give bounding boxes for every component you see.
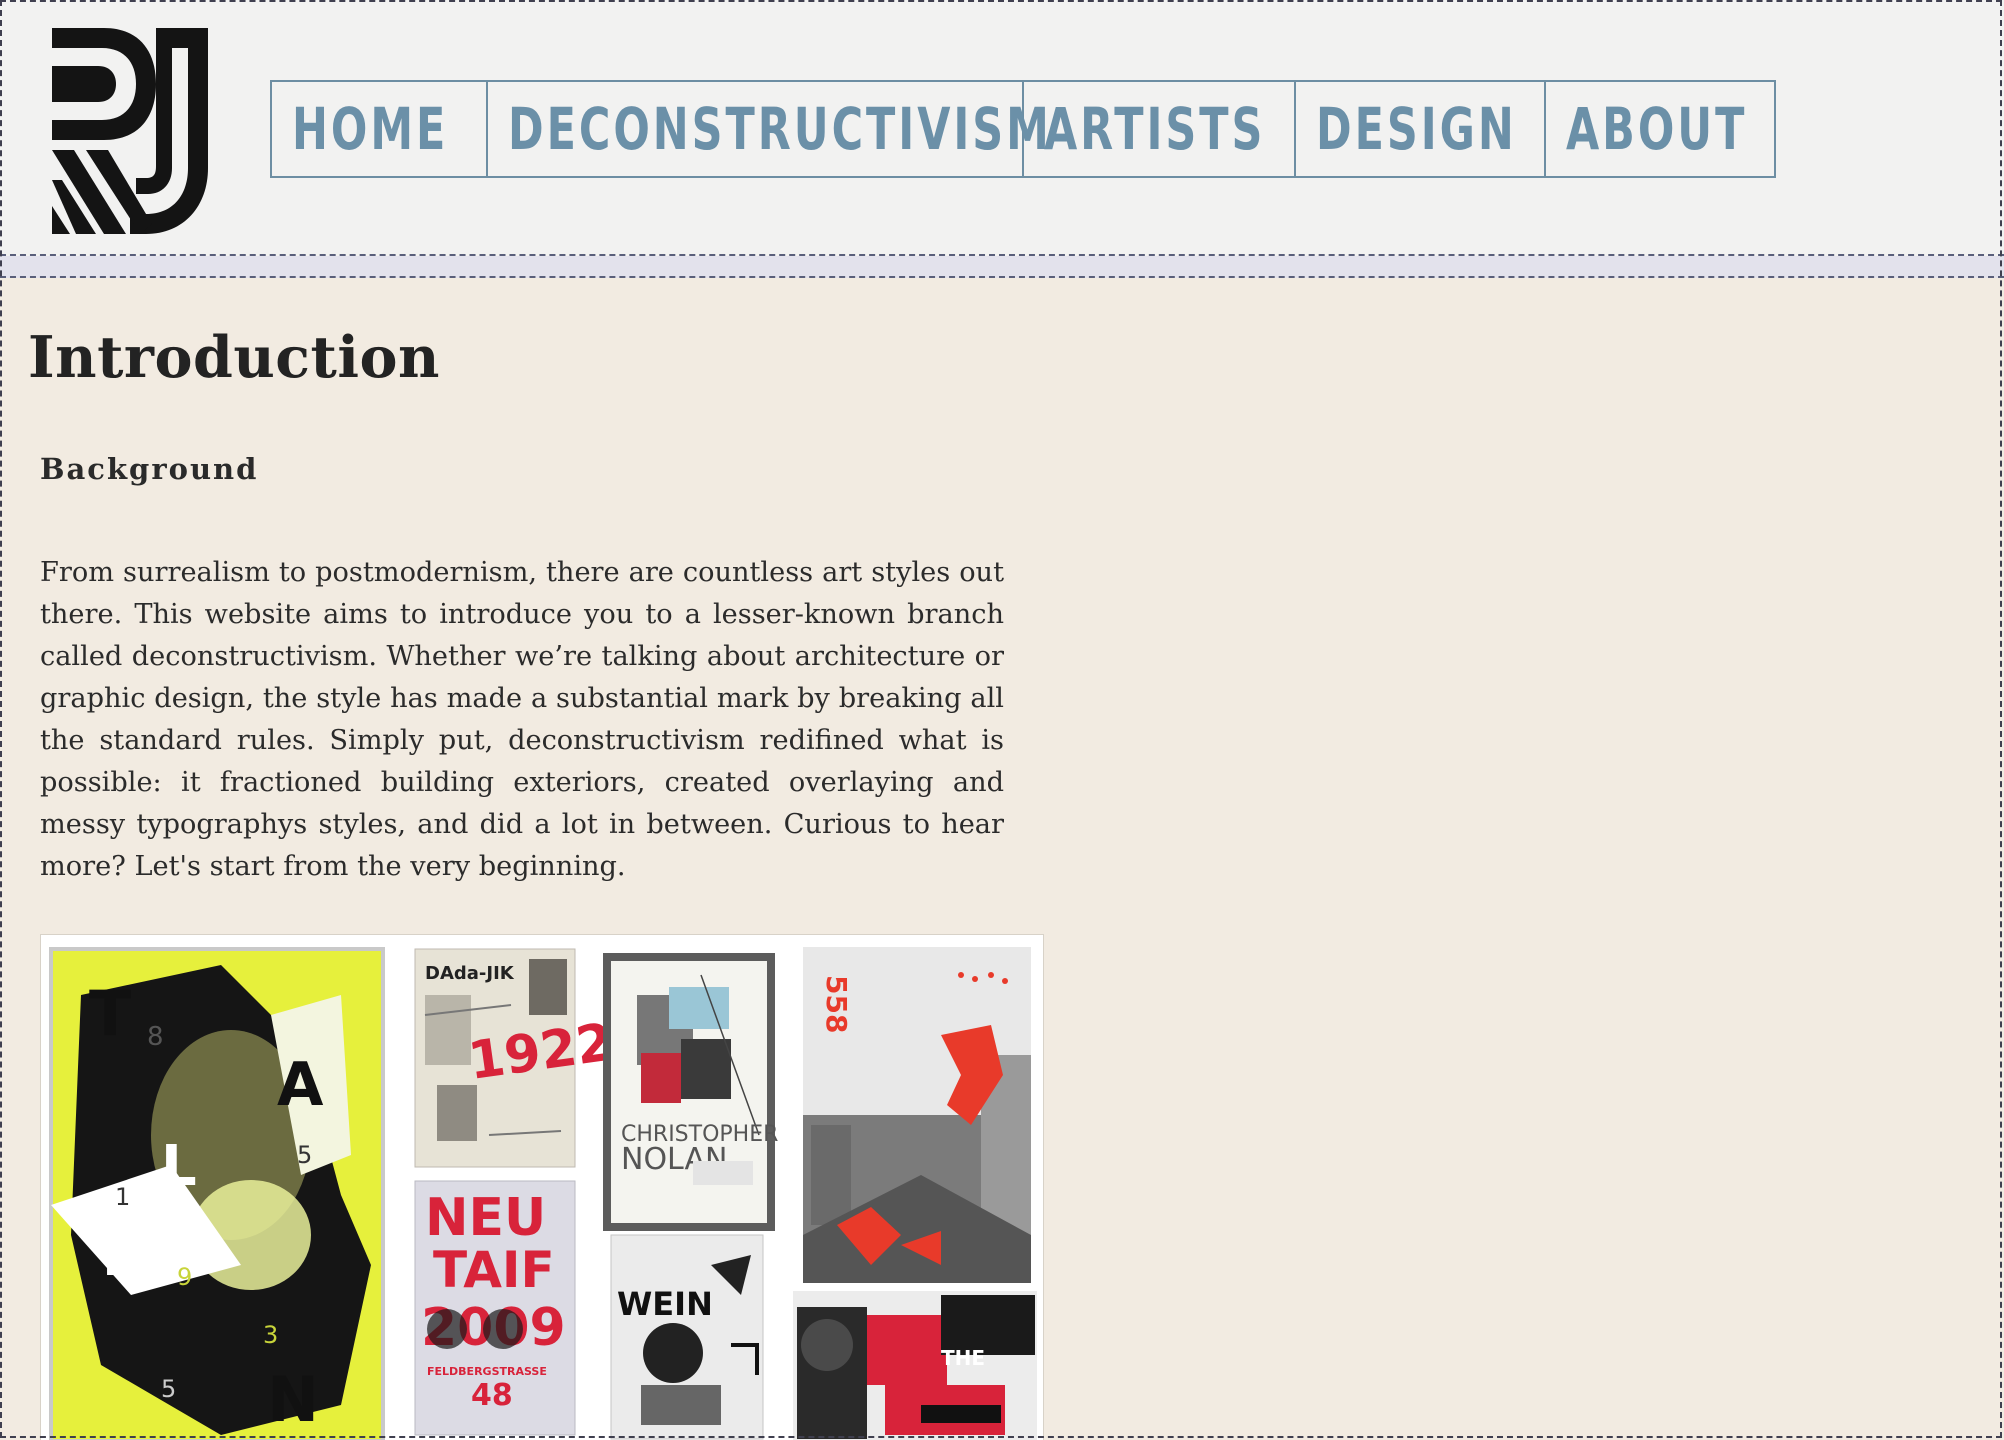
svg-text:T: T	[89, 977, 131, 1050]
svg-text:THE: THE	[941, 1346, 985, 1370]
svg-text:WEIN: WEIN	[617, 1285, 713, 1323]
poster-tallin: T A L L I N 8 5 1 9 3 5	[49, 947, 385, 1440]
poster-nolan: CHRISTOPHER NOLAN	[603, 953, 778, 1231]
svg-text:3: 3	[263, 1321, 278, 1349]
nav-deconstructivism[interactable]: DECONSTRUCTIVISM	[488, 82, 1049, 176]
main-content: Introduction Background From surrealism …	[0, 280, 2004, 1440]
nav-artists-label: ARTISTS	[1044, 95, 1266, 163]
svg-text:5: 5	[161, 1375, 176, 1403]
nav-about-label: ABOUT	[1566, 95, 1748, 163]
svg-text:L: L	[161, 1134, 197, 1199]
svg-text:1: 1	[115, 1183, 130, 1211]
svg-text:N: N	[267, 1363, 319, 1436]
svg-text:9: 9	[177, 1263, 192, 1291]
main-nav: HOME DECONSTRUCTIVISM ARTISTS DESIGN ABO…	[270, 80, 1776, 178]
nav-home[interactable]: HOME	[272, 82, 488, 176]
site-header: HOME DECONSTRUCTIVISM ARTISTS DESIGN ABO…	[0, 0, 2004, 256]
page-title: Introduction	[28, 324, 440, 391]
section-heading: Background	[40, 452, 259, 486]
poster-dada: DAda-JIK 1922	[414, 948, 616, 1168]
svg-text:DAda-JIK: DAda-JIK	[425, 963, 515, 984]
svg-text:L: L	[101, 1214, 143, 1291]
rj-logo-icon	[52, 28, 208, 234]
nav-design[interactable]: DESIGN	[1296, 82, 1546, 176]
nav-artists[interactable]: ARTISTS	[1024, 82, 1296, 176]
poster-collage-image: T A L L I N 8 5 1 9 3 5 DAda-JIK 1922 CH…	[40, 934, 1044, 1440]
svg-text:558: 558	[820, 975, 853, 1033]
header-divider	[0, 256, 2004, 278]
svg-text:A: A	[277, 1050, 324, 1120]
nav-deconstructivism-label: DECONSTRUCTIVISM	[508, 95, 1052, 163]
svg-text:FELDBERGSTRASSE: FELDBERGSTRASSE	[427, 1365, 547, 1378]
poster-collage: THE	[793, 1291, 1037, 1440]
svg-text:48: 48	[471, 1378, 513, 1413]
intro-paragraph: From surrealism to postmodernism, there …	[40, 557, 1004, 882]
svg-text:8: 8	[147, 1022, 164, 1052]
poster-red: NEU TAIF 2009 FELDBERGSTRASSE 48	[414, 1180, 576, 1436]
poster-street: 558	[803, 947, 1031, 1283]
nav-home-label: HOME	[292, 95, 449, 163]
svg-text:I: I	[191, 1210, 213, 1280]
nav-about[interactable]: ABOUT	[1546, 82, 1774, 176]
site-logo[interactable]	[52, 28, 208, 234]
svg-text:NEU: NEU	[425, 1188, 546, 1248]
poster-wein: WEIN	[610, 1234, 764, 1440]
svg-text:5: 5	[297, 1141, 312, 1169]
svg-text:TAIF: TAIF	[433, 1241, 555, 1299]
nav-design-label: DESIGN	[1316, 95, 1517, 163]
